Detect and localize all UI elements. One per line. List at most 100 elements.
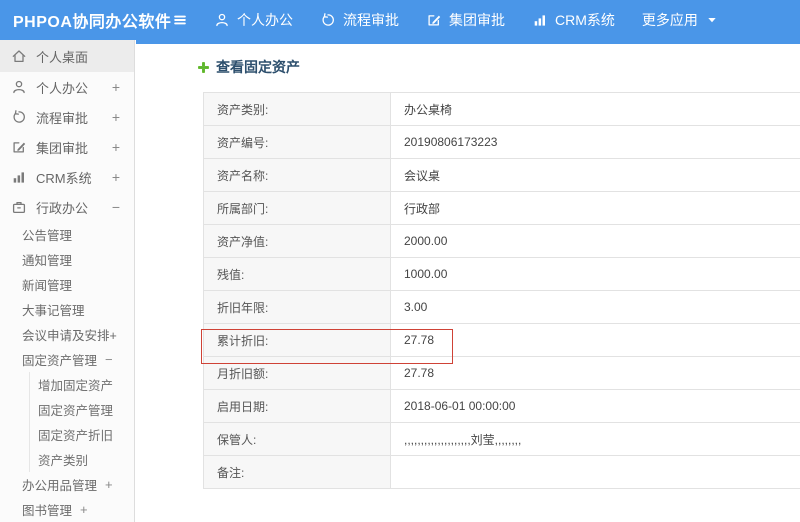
field-label: 资产名称: [203,158,391,192]
expand-icon[interactable]: + [80,502,88,517]
sidebar-item-label: 图书管理 [22,504,73,518]
field-label: 启用日期: [203,389,391,423]
sidebar-item-label: 会议申请及安排+ [22,329,117,343]
collapse-icon[interactable]: − [112,199,120,215]
asset-detail-table: 资产类别: 办公桌椅 资产编号: 20190806173223 资产名称: 会议桌 所属部门… [203,92,800,489]
table-row: 资产名称: 会议桌 [203,158,800,192]
sidebar-item[interactable]: 图书管理 + [0,497,134,522]
sidebar-item[interactable]: 大事记管理 [0,297,134,322]
field-value: 27.78 [390,323,800,357]
topnav-item[interactable]: 集团审批 [426,10,505,30]
app-logo: PHPOA协同办公软件 [13,14,172,31]
topnav-item[interactable]: 更多应用 [642,10,717,30]
sidebar-item-label: 个人桌面 [36,49,89,65]
sidebar-item-label: 固定资产管理 [38,404,114,418]
sidebar-item[interactable]: 增加固定资产 [29,372,134,397]
field-value: 2000.00 [390,224,800,258]
sidebar-item-label: 个人办公 [36,80,89,96]
sidebar-item-label: 流程审批 [36,110,89,126]
topnav-item[interactable]: 流程审批 [320,10,399,30]
sidebar-item[interactable]: 通知管理 [0,247,134,272]
topnav-item-label: 更多应用 [641,12,698,28]
sidebar-item[interactable]: CRM系统 + [0,162,134,192]
table-row: 资产编号: 20190806173223 [203,125,800,159]
table-row: 所属部门: 行政部 [203,191,800,225]
hamburger-menu-icon[interactable] [172,10,192,30]
sidebar-item-label: 通知管理 [22,254,73,268]
edit-icon [426,12,442,28]
add-icon [198,61,209,73]
table-row: 启用日期: 2018-06-01 00:00:00 [203,389,800,423]
expand-icon[interactable]: + [112,109,120,125]
sidebar-item[interactable]: 办公用品管理 + [0,472,134,497]
edit-icon [11,139,27,155]
table-row: 累计折旧: 27.78 [203,323,800,357]
person-icon [11,79,27,95]
field-label: 保管人: [203,422,391,456]
field-label: 所属部门: [203,191,391,225]
history-icon [320,12,336,28]
sidebar-item[interactable]: 集团审批 + [0,132,134,162]
field-value: 1000.00 [390,257,800,291]
field-value: 会议桌 [390,158,800,192]
sidebar-item-label: 固定资产管理 [22,354,98,368]
sidebar-item[interactable]: 新闻管理 [0,272,134,297]
topnav-item[interactable]: CRM系统 [532,10,615,30]
history-icon [11,109,27,125]
sidebar-item[interactable]: 个人桌面 [0,40,134,72]
sidebar-item[interactable]: 资产类别 [29,447,134,472]
field-label: 备注: [203,455,391,489]
page-title: 查看固定资产 [198,57,800,77]
sidebar-item-label: CRM系统 [36,170,92,186]
main-content: 查看固定资产 资产类别: 办公桌椅 资产编号: 20190806173223 资产名称:… [136,40,800,522]
field-label: 累计折旧: [203,323,391,357]
expand-icon[interactable]: + [112,79,120,95]
sidebar-item[interactable]: 流程审批 + [0,102,134,132]
field-value: ,,,,,,,,,,,,,,,,,,,,刘莹,,,,,,,, [390,422,800,456]
sidebar-navigation: 个人桌面个人办公 + 流程审批 + 集团审批 + CRM系统 + 行政办公 − 公告管理通知管理新闻… [0,40,135,522]
field-label: 资产类别: [203,92,391,126]
expand-icon[interactable]: + [112,169,120,185]
sidebar-item-label: 集团审批 [36,140,89,156]
sidebar-item-label: 资产类别 [38,454,89,468]
field-value: 行政部 [390,191,800,225]
sidebar-item[interactable]: 公告管理 [0,222,134,247]
collapse-icon[interactable]: − [105,352,113,367]
briefcase-icon [11,199,27,215]
topnav-item-label: 流程审批 [343,12,399,28]
expand-icon[interactable]: + [105,477,113,492]
topnav-item[interactable]: 个人办公 [214,10,293,30]
topnav-item-label: 集团审批 [449,12,505,28]
person-icon [214,12,230,28]
caret-down-icon [707,15,717,25]
sidebar-item-label: 固定资产折旧 [38,429,114,443]
table-row: 保管人: ,,,,,,,,,,,,,,,,,,,,刘莹,,,,,,,, [203,422,800,456]
sidebar-item-label: 公告管理 [22,229,73,243]
sidebar-item[interactable]: 会议申请及安排+ [0,322,134,347]
sidebar-item[interactable]: 固定资产折旧 [29,422,134,447]
field-value [390,455,800,489]
field-value: 27.78 [390,356,800,390]
sidebar-item[interactable]: 个人办公 + [0,72,134,102]
asset-detail-table-wrap: 资产类别: 办公桌椅 资产编号: 20190806173223 资产名称: 会议桌 所属部门… [201,92,800,489]
expand-icon[interactable]: + [112,139,120,155]
sidebar-item-label: 新闻管理 [22,279,73,293]
field-label: 残值: [203,257,391,291]
sidebar-item-label: 大事记管理 [22,304,85,318]
topnav-item-label: 个人办公 [237,12,293,28]
field-value: 2018-06-01 00:00:00 [390,389,800,423]
table-row: 折旧年限: 3.00 [203,290,800,324]
sidebar-item[interactable]: 行政办公 − [0,192,134,222]
table-row: 资产类别: 办公桌椅 [203,92,800,126]
field-label: 月折旧额: [203,356,391,390]
sidebar-item-label: 办公用品管理 [22,479,98,493]
table-row: 残值: 1000.00 [203,257,800,291]
sidebar-item[interactable]: 固定资产管理 [29,397,134,422]
top-menu: 个人办公 流程审批 集团审批 CRM系统 更多应用 [214,10,717,30]
chart-icon [11,169,27,185]
sidebar-item-label: 行政办公 [36,200,89,216]
sidebar-item[interactable]: 固定资产管理 − [0,347,134,372]
table-row: 备注: [203,455,800,489]
field-value: 3.00 [390,290,800,324]
table-row: 资产净值: 2000.00 [203,224,800,258]
